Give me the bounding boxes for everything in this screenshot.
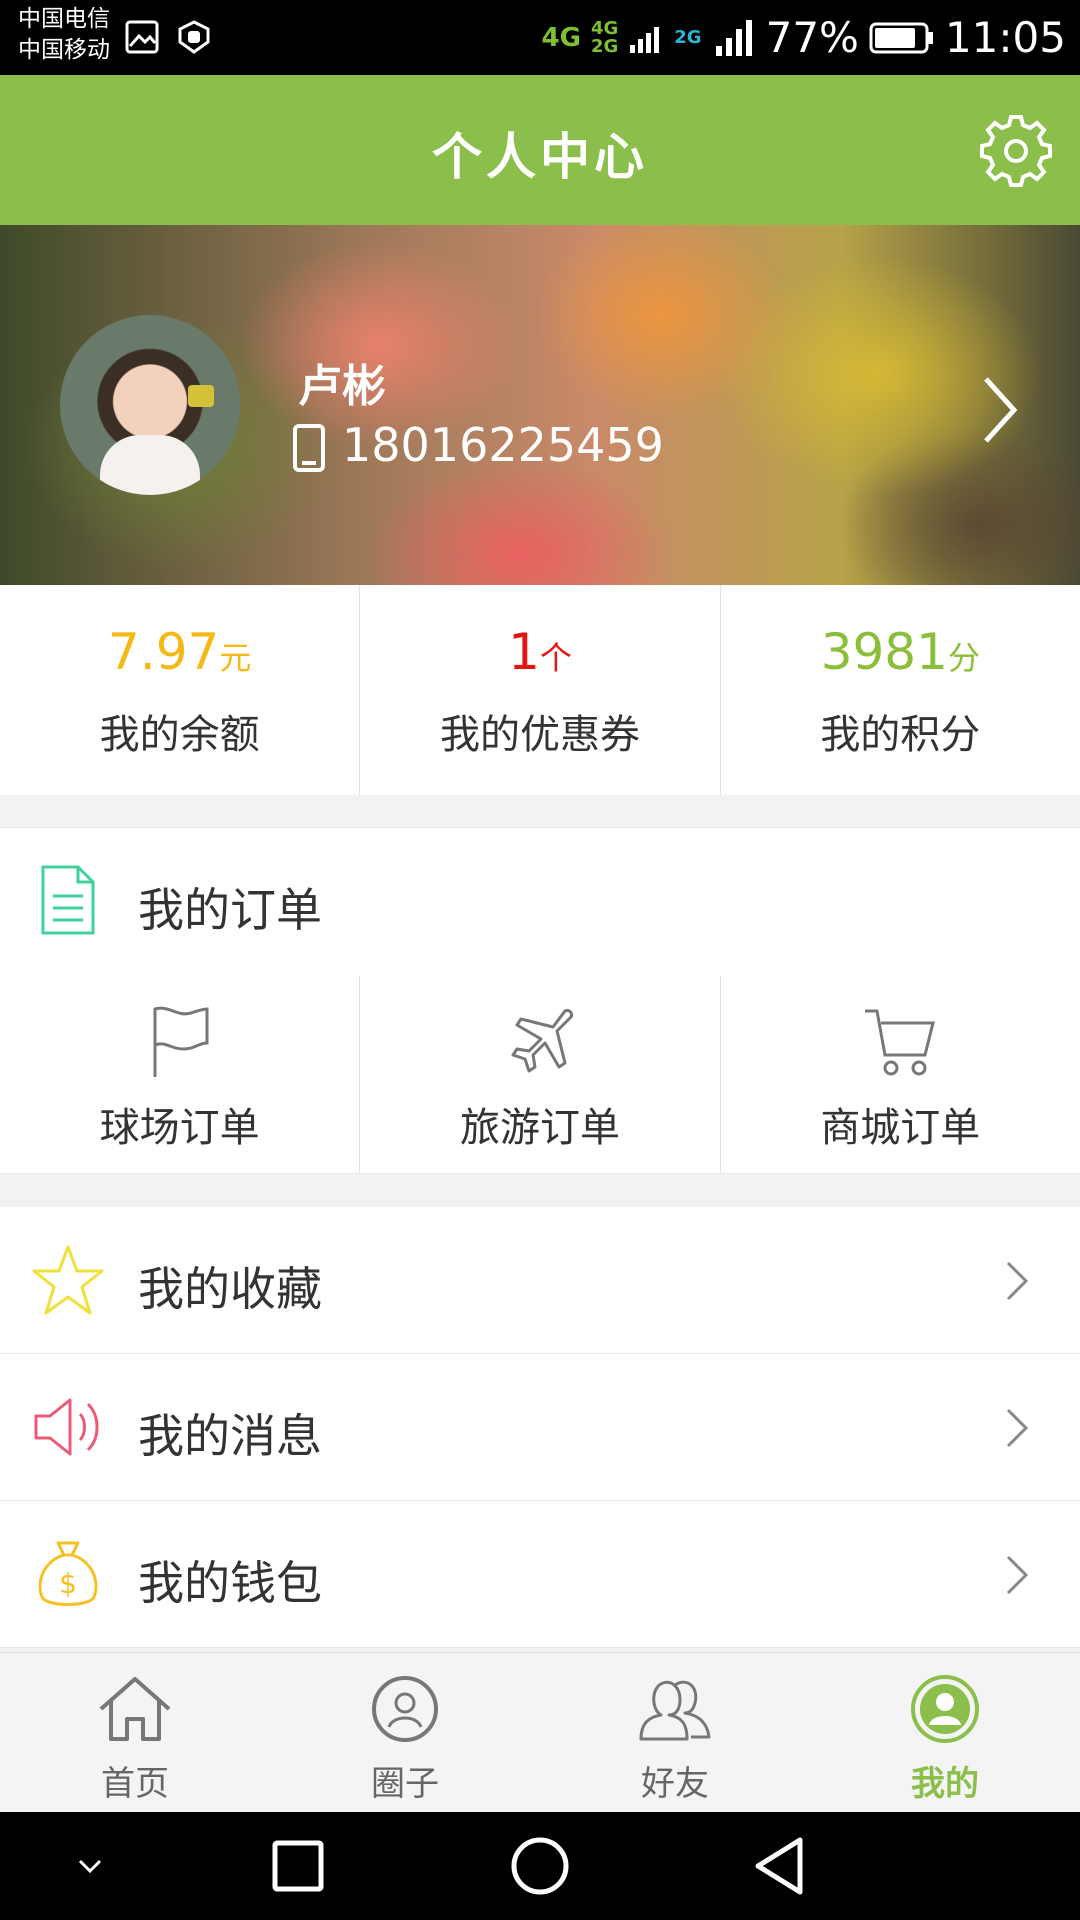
my-orders-row[interactable]: 我的订单 [0, 827, 1080, 976]
tab-friends-label: 好友 [641, 1764, 709, 1804]
phone-icon [293, 424, 325, 472]
chevron-down-icon [78, 1859, 102, 1874]
carrier-mobile: 中国移动 [18, 37, 110, 63]
course-orders[interactable]: 球场订单 [0, 975, 361, 1173]
page-title: 个人中心 [432, 128, 648, 186]
travel-orders-label: 旅游订单 [459, 1105, 620, 1151]
balance-label: 我的余额 [99, 712, 260, 758]
flag-icon [153, 1006, 209, 1077]
travel-orders[interactable]: 旅游订单 [360, 975, 721, 1173]
airplane-icon [511, 1009, 573, 1073]
stats-row: 7.97元 我的余额 1个 我的优惠券 3981分 我的积分 [0, 585, 1080, 795]
speaker-icon [34, 1398, 99, 1456]
cart-icon [865, 1009, 936, 1076]
balance-value: 7.97元 [107, 623, 252, 681]
signal-icon-2 [715, 19, 752, 56]
wallet-label: 我的钱包 [138, 1556, 322, 1610]
stat-balance[interactable]: 7.97元 我的余额 [0, 585, 361, 795]
carrier-info: 中国电信 中国移动 [18, 4, 110, 66]
tab-home-label: 首页 [101, 1764, 169, 1804]
chevron-right-icon [1006, 1555, 1029, 1595]
status-bar: 中国电信 中国移动 4G 4G 2G 2G 77% 11:05 [0, 0, 1080, 75]
network-4g: 4G [541, 22, 581, 53]
image-icon [125, 20, 159, 54]
chevron-right-icon[interactable] [980, 375, 1020, 445]
nav-home[interactable] [510, 1812, 570, 1920]
my-orders-label: 我的订单 [138, 883, 322, 937]
document-icon [41, 865, 95, 935]
friends-icon [639, 1680, 711, 1741]
carrier-telecom: 中国电信 [18, 6, 110, 32]
mall-orders-label: 商城订单 [820, 1105, 981, 1151]
nav-collapse[interactable] [70, 1812, 110, 1920]
tab-circle-label: 圈子 [371, 1764, 439, 1804]
favorites-label: 我的收藏 [138, 1262, 322, 1316]
menu-messages[interactable]: 我的消息 [0, 1354, 1080, 1501]
profile-banner[interactable]: 卢彬 18016225459 [0, 225, 1080, 585]
clock: 11:05 [944, 13, 1066, 62]
circle-home-icon [511, 1837, 569, 1895]
app-header: 个人中心 [0, 75, 1080, 225]
network-2g: 2G [674, 27, 702, 48]
tab-circle[interactable]: 圈子 [270, 1653, 540, 1813]
system-nav-bar [0, 1812, 1080, 1920]
menu-favorites[interactable]: 我的收藏 [0, 1207, 1080, 1354]
coupons-value: 1个 [508, 623, 572, 681]
course-orders-label: 球场订单 [99, 1105, 260, 1151]
battery-icon [869, 22, 933, 53]
order-types: 球场订单 旅游订单 商城订单 [0, 975, 1080, 1174]
menu-wallet[interactable]: $ 我的钱包 [0, 1501, 1080, 1648]
square-icon [272, 1840, 324, 1892]
tab-mine-label: 我的 [911, 1764, 979, 1804]
network-dual: 4G 2G [590, 17, 619, 57]
profile-icon [911, 1675, 979, 1743]
gear-icon[interactable] [980, 115, 1052, 187]
status-right: 4G 4G 2G 2G 77% 11:05 [542, 0, 1066, 75]
nav-recents[interactable] [272, 1812, 324, 1920]
stat-coupons[interactable]: 1个 我的优惠券 [360, 585, 721, 795]
tab-home[interactable]: 首页 [0, 1653, 270, 1813]
battery-percent: 77% [765, 13, 859, 62]
avatar[interactable] [60, 315, 240, 495]
svg-text:$: $ [59, 1567, 77, 1600]
stat-points[interactable]: 3981分 我的积分 [721, 585, 1080, 795]
chevron-right-icon [1006, 1408, 1029, 1448]
circle-icon [372, 1676, 438, 1742]
hand-shield-icon [178, 20, 210, 54]
tab-mine[interactable]: 我的 [810, 1653, 1080, 1813]
bottom-tab-bar: 首页 圈子 好友 我的 [0, 1652, 1080, 1813]
user-phone: 18016225459 [342, 418, 664, 472]
tab-friends[interactable]: 好友 [540, 1653, 810, 1813]
points-value: 3981分 [820, 623, 980, 681]
messages-label: 我的消息 [138, 1409, 322, 1463]
star-icon [32, 1245, 104, 1315]
chevron-right-icon [1006, 1261, 1029, 1301]
signal-icon [630, 26, 660, 53]
home-icon [99, 1677, 171, 1741]
user-name: 卢彬 [298, 361, 386, 412]
coupons-label: 我的优惠券 [439, 712, 640, 758]
nav-back[interactable] [752, 1812, 808, 1920]
mall-orders[interactable]: 商城订单 [721, 975, 1080, 1173]
back-triangle-icon [755, 1837, 803, 1895]
points-label: 我的积分 [820, 712, 981, 758]
money-bag-icon: $ [38, 1541, 98, 1606]
